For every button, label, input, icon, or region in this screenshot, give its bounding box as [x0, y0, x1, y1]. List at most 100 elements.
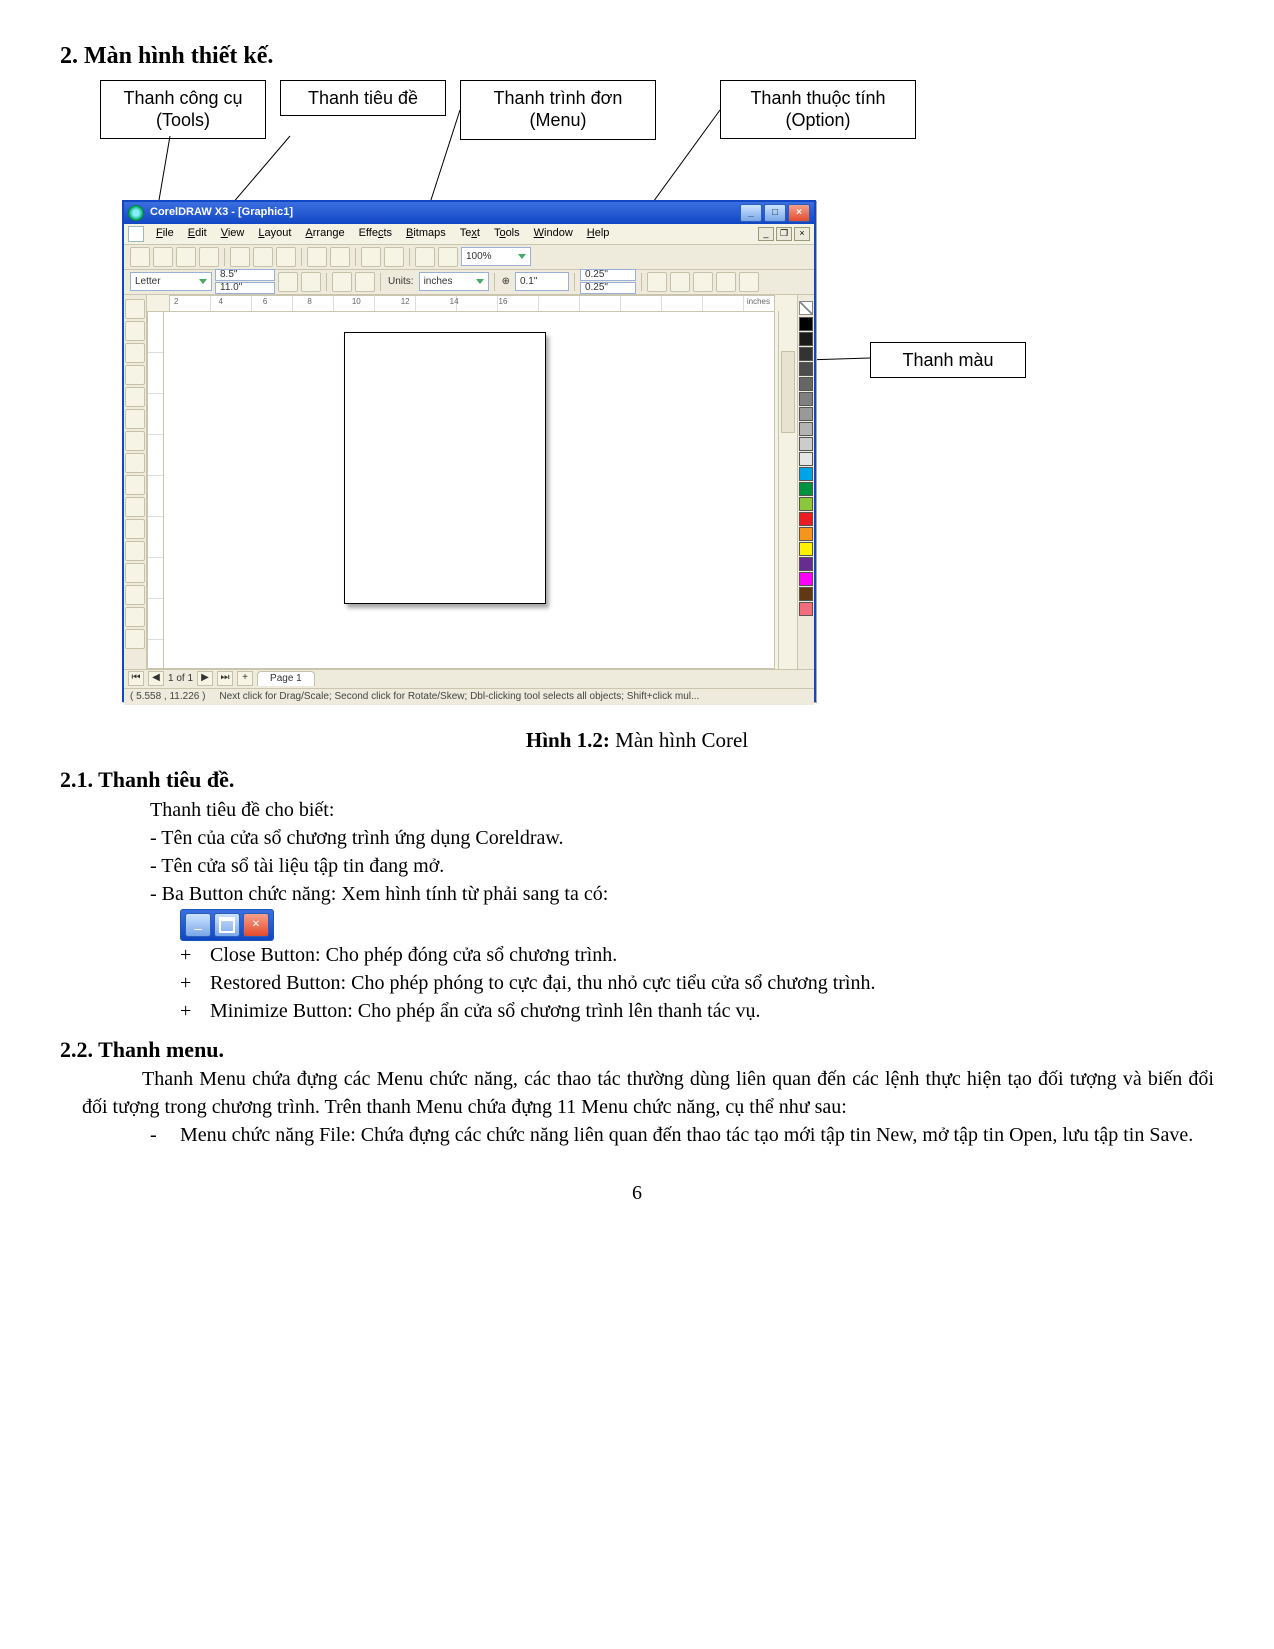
- menu-text[interactable]: Text: [454, 224, 486, 243]
- drawing-area[interactable]: [163, 311, 775, 669]
- color-swatch[interactable]: [799, 527, 813, 541]
- menu-effects[interactable]: Effects: [353, 224, 398, 243]
- color-swatch[interactable]: [799, 482, 813, 496]
- freehand-tool-icon[interactable]: [125, 387, 145, 407]
- pick-tool-icon[interactable]: [125, 299, 145, 319]
- treat-as-filled-icon[interactable]: [647, 272, 667, 292]
- eyedropper-tool-icon[interactable]: [125, 563, 145, 583]
- nudge-field[interactable]: 0.1": [515, 272, 569, 291]
- color-swatch[interactable]: [799, 497, 813, 511]
- color-swatch[interactable]: [799, 407, 813, 421]
- redo-icon[interactable]: [330, 247, 350, 267]
- crop-tool-icon[interactable]: [125, 343, 145, 363]
- portrait-icon[interactable]: [278, 272, 298, 292]
- color-swatch[interactable]: [799, 452, 813, 466]
- vertical-scrollbar[interactable]: [778, 311, 797, 669]
- shape-tool-icon[interactable]: [125, 321, 145, 341]
- units-combo[interactable]: inches: [419, 272, 489, 291]
- page-height-field[interactable]: 11.0": [215, 282, 275, 294]
- color-swatch[interactable]: [799, 332, 813, 346]
- snap-to-guidelines-icon[interactable]: [693, 272, 713, 292]
- print-icon[interactable]: [199, 247, 219, 267]
- new-icon[interactable]: [130, 247, 150, 267]
- paste-icon[interactable]: [276, 247, 296, 267]
- maximize-button[interactable]: □: [764, 204, 786, 222]
- welcome-icon[interactable]: [438, 247, 458, 267]
- ellipse-tool-icon[interactable]: [125, 453, 145, 473]
- callout-menu-line2: (Menu): [473, 109, 643, 132]
- menu-help[interactable]: Help: [581, 224, 616, 243]
- color-swatch[interactable]: [799, 362, 813, 376]
- options-icon[interactable]: [739, 272, 759, 292]
- section-heading-2: 2. Màn hình thiết kế.: [60, 40, 1214, 74]
- basic-shapes-tool-icon[interactable]: [125, 497, 145, 517]
- duplicate-x-field[interactable]: 0.25": [580, 269, 636, 281]
- open-icon[interactable]: [153, 247, 173, 267]
- color-swatch[interactable]: [799, 437, 813, 451]
- menu-window[interactable]: Window: [528, 224, 579, 243]
- duplicate-y-field[interactable]: 0.25": [580, 282, 636, 294]
- doc-restore-button[interactable]: ❐: [776, 227, 792, 241]
- menu-tools[interactable]: Tools: [488, 224, 526, 243]
- current-page-icon[interactable]: [355, 272, 375, 292]
- add-page-button[interactable]: +: [237, 671, 253, 686]
- xp-restore-button[interactable]: [214, 913, 240, 937]
- menu-layout[interactable]: Layout: [252, 224, 297, 243]
- color-swatch[interactable]: [799, 587, 813, 601]
- menu-view[interactable]: View: [215, 224, 251, 243]
- xp-close-button[interactable]: ×: [243, 913, 269, 937]
- color-swatch[interactable]: [799, 392, 813, 406]
- color-swatch[interactable]: [799, 377, 813, 391]
- color-swatch[interactable]: [799, 602, 813, 616]
- smartfill-tool-icon[interactable]: [125, 409, 145, 429]
- save-icon[interactable]: [176, 247, 196, 267]
- cut-icon[interactable]: [230, 247, 250, 267]
- color-swatch[interactable]: [799, 422, 813, 436]
- outline-tool-icon[interactable]: [125, 585, 145, 605]
- doc-close-button[interactable]: ×: [794, 227, 810, 241]
- prev-page-button[interactable]: ◀: [148, 671, 164, 686]
- fill-tool-icon[interactable]: [125, 607, 145, 627]
- color-swatch[interactable]: [799, 467, 813, 481]
- snap-to-objects-icon[interactable]: [716, 272, 736, 292]
- color-swatch[interactable]: [799, 347, 813, 361]
- paper-combo[interactable]: Letter: [130, 272, 212, 291]
- menu-bitmaps[interactable]: Bitmaps: [400, 224, 452, 243]
- color-swatch[interactable]: [799, 317, 813, 331]
- copy-icon[interactable]: [253, 247, 273, 267]
- snap-to-grid-icon[interactable]: [670, 272, 690, 292]
- page-tab[interactable]: Page 1: [257, 671, 315, 686]
- first-page-button[interactable]: ⏮: [128, 671, 144, 686]
- text-tool-icon[interactable]: [125, 519, 145, 539]
- polygon-tool-icon[interactable]: [125, 475, 145, 495]
- page-width-field[interactable]: 8.5": [215, 269, 275, 281]
- sec21-p2: Restored Button: Cho phép phóng to cực đ…: [210, 969, 1214, 997]
- color-swatch[interactable]: [799, 572, 813, 586]
- close-button[interactable]: ×: [788, 204, 810, 222]
- callout-title: Thanh tiêu đề: [280, 80, 446, 117]
- interactive-fill-tool-icon[interactable]: [125, 629, 145, 649]
- last-page-button[interactable]: ⏭: [217, 671, 233, 686]
- rectangle-tool-icon[interactable]: [125, 431, 145, 451]
- interactive-blend-tool-icon[interactable]: [125, 541, 145, 561]
- landscape-icon[interactable]: [301, 272, 321, 292]
- xp-minimize-button[interactable]: _: [185, 913, 211, 937]
- app-launcher-icon[interactable]: [415, 247, 435, 267]
- next-page-button[interactable]: ▶: [197, 671, 213, 686]
- minimize-button[interactable]: _: [740, 204, 762, 222]
- doc-minimize-button[interactable]: _: [758, 227, 774, 241]
- color-swatch[interactable]: [799, 542, 813, 556]
- color-swatch[interactable]: [799, 512, 813, 526]
- undo-icon[interactable]: [307, 247, 327, 267]
- all-pages-icon[interactable]: [332, 272, 352, 292]
- menu-edit[interactable]: Edit: [182, 224, 213, 243]
- import-icon[interactable]: [361, 247, 381, 267]
- zoom-combo[interactable]: 100%: [461, 247, 531, 266]
- menu-arrange[interactable]: Arrange: [299, 224, 350, 243]
- color-swatch[interactable]: [799, 557, 813, 571]
- no-color-swatch[interactable]: [799, 301, 813, 315]
- zoom-tool-icon[interactable]: [125, 365, 145, 385]
- menu-file[interactable]: File: [150, 224, 180, 243]
- export-icon[interactable]: [384, 247, 404, 267]
- units-label: Units:: [386, 275, 416, 289]
